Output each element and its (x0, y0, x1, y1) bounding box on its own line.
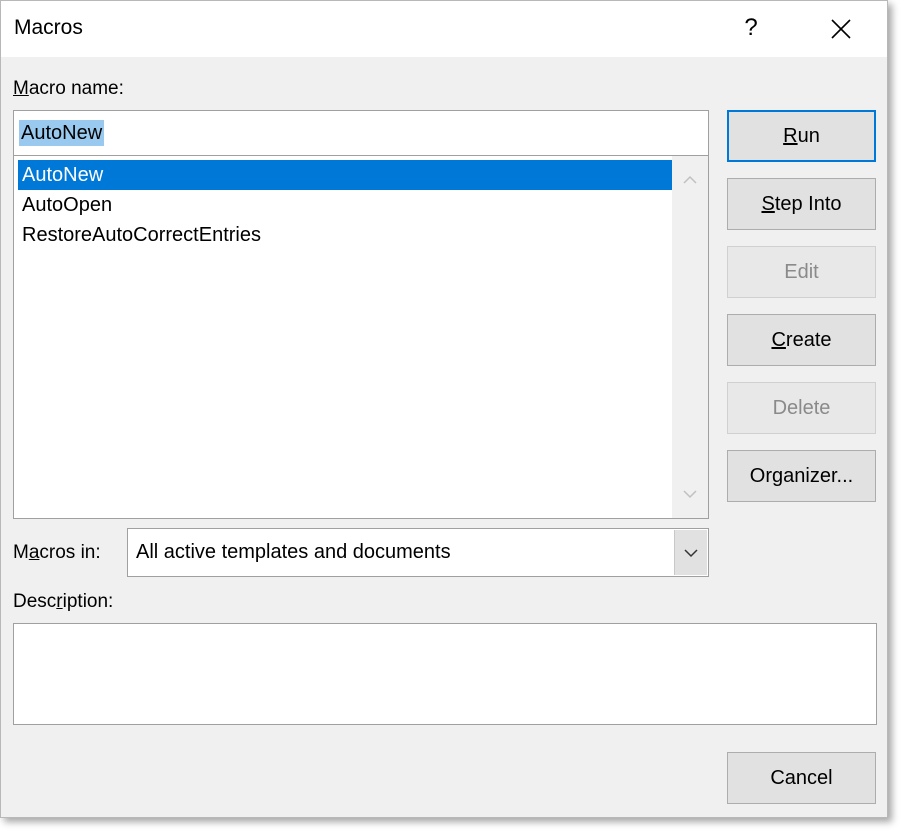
macro-name-value: AutoNew (19, 120, 105, 146)
macro-name-input[interactable]: AutoNew (13, 110, 709, 156)
macros-in-label: Macros in: (13, 542, 101, 563)
description-field (13, 623, 877, 725)
macro-name-label: Macro name: (13, 78, 124, 99)
delete-button[interactable]: Delete (727, 382, 876, 434)
help-button[interactable]: ? (736, 9, 766, 47)
dialog-title: Macros (14, 16, 83, 39)
macros-in-select[interactable]: All active templates and documents (127, 528, 709, 577)
organizer-button[interactable]: Organizer... (727, 450, 876, 502)
create-button[interactable]: Create (727, 314, 876, 366)
edit-button[interactable]: Edit (727, 246, 876, 298)
close-button[interactable] (825, 13, 857, 45)
step-into-button[interactable]: Step Into (727, 178, 876, 230)
list-item[interactable]: AutoOpen (18, 190, 672, 220)
macros-in-value: All active templates and documents (136, 541, 451, 563)
close-icon (831, 19, 851, 39)
dropdown-button[interactable] (674, 530, 707, 575)
description-label: Description: (13, 591, 114, 612)
chevron-up-icon (683, 175, 697, 184)
list-item[interactable]: RestoreAutoCorrectEntries (18, 220, 672, 250)
chevron-down-icon (684, 549, 698, 558)
run-button[interactable]: Run (727, 110, 876, 162)
scroll-up-button[interactable] (672, 162, 708, 198)
list-scrollbar[interactable] (672, 156, 708, 518)
scroll-down-button[interactable] (672, 476, 708, 512)
macros-dialog: Macros ? Macro name: AutoNew AutoNew Aut… (0, 0, 888, 818)
list-item[interactable]: AutoNew (18, 160, 672, 190)
chevron-down-icon (683, 490, 697, 499)
macro-listbox[interactable]: AutoNew AutoOpen RestoreAutoCorrectEntri… (13, 155, 709, 519)
title-bar: Macros ? (1, 1, 887, 57)
cancel-button[interactable]: Cancel (727, 752, 876, 804)
